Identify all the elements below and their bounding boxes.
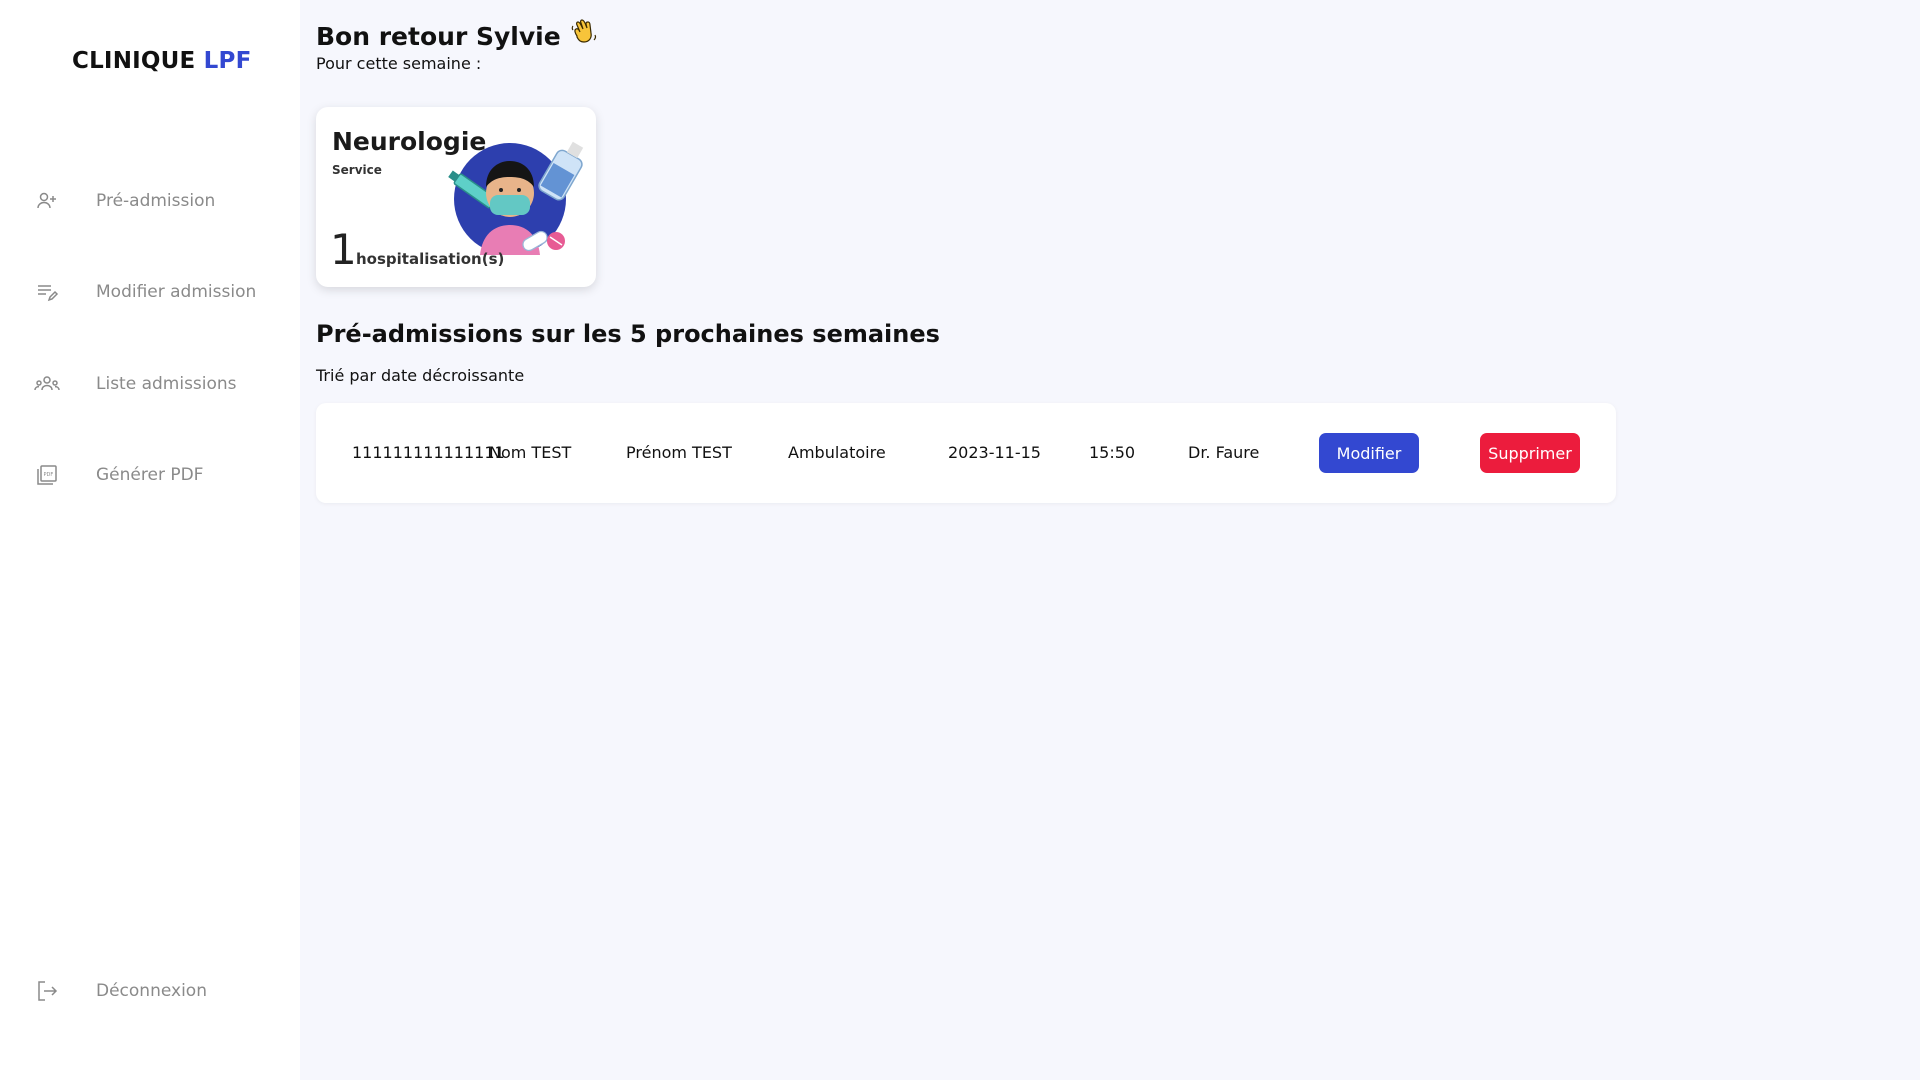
svg-text:PDF: PDF bbox=[44, 472, 54, 478]
logout-label: Déconnexion bbox=[96, 981, 207, 1001]
sidebar-item-modifier-admission[interactable]: Modifier admission bbox=[0, 272, 300, 312]
greeting-subtitle: Pour cette semaine : bbox=[316, 54, 482, 73]
admission-date: 2023-11-15 bbox=[948, 443, 1041, 462]
admission-type: Ambulatoire bbox=[788, 443, 886, 462]
admission-time: 15:50 bbox=[1089, 443, 1136, 462]
hospitalisation-count-label: hospitalisation(s) bbox=[356, 250, 505, 268]
sidebar-item-generer-pdf[interactable]: PDF Générer PDF bbox=[0, 455, 300, 495]
greeting-text: Bon retour Sylvie bbox=[316, 21, 561, 51]
waving-hand-icon bbox=[569, 18, 599, 54]
admissions-section-title: Pré-admissions sur les 5 prochaines sema… bbox=[316, 320, 940, 348]
users-group-icon bbox=[34, 371, 60, 397]
sidebar-item-label: Modifier admission bbox=[96, 282, 257, 302]
page-title: Bon retour Sylvie bbox=[316, 18, 599, 54]
brand-logo: CLINIQUE LPF bbox=[72, 48, 252, 74]
sidebar: CLINIQUE LPF Pré-admission Modifier admi… bbox=[0, 0, 300, 1080]
user-add-icon bbox=[34, 188, 60, 214]
patient-prenom: Prénom TEST bbox=[626, 443, 732, 462]
patient-nom: Nom TEST bbox=[489, 443, 572, 462]
logout-button[interactable]: Déconnexion bbox=[0, 971, 300, 1011]
sidebar-item-label: Pré-admission bbox=[96, 191, 216, 211]
doctor-name: Dr. Faure bbox=[1188, 443, 1260, 462]
service-subtitle: Service bbox=[332, 163, 382, 177]
brand-name: CLINIQUE bbox=[72, 48, 196, 74]
sidebar-item-label: Liste admissions bbox=[96, 374, 237, 394]
admission-id: 111111111111111 bbox=[352, 443, 505, 462]
sidebar-item-label: Générer PDF bbox=[96, 465, 204, 485]
edit-button[interactable]: Modifier bbox=[1319, 433, 1419, 473]
sidebar-item-pre-admission[interactable]: Pré-admission bbox=[0, 181, 300, 221]
delete-button[interactable]: Supprimer bbox=[1480, 433, 1580, 473]
service-card: Neurologie Service 1 hospitalisation(s) bbox=[316, 107, 596, 287]
doctor-mask-illustration bbox=[444, 129, 596, 261]
brand-accent: LPF bbox=[203, 48, 252, 74]
admissions-sort-label: Trié par date décroissante bbox=[316, 366, 525, 385]
hospitalisation-count: 1 bbox=[330, 225, 357, 274]
table-row: 111111111111111 Nom TEST Prénom TEST Amb… bbox=[316, 403, 1616, 503]
list-edit-icon bbox=[34, 279, 60, 305]
sidebar-item-liste-admissions[interactable]: Liste admissions bbox=[0, 364, 300, 404]
logout-icon bbox=[34, 978, 60, 1004]
pdf-icon: PDF bbox=[34, 462, 60, 488]
